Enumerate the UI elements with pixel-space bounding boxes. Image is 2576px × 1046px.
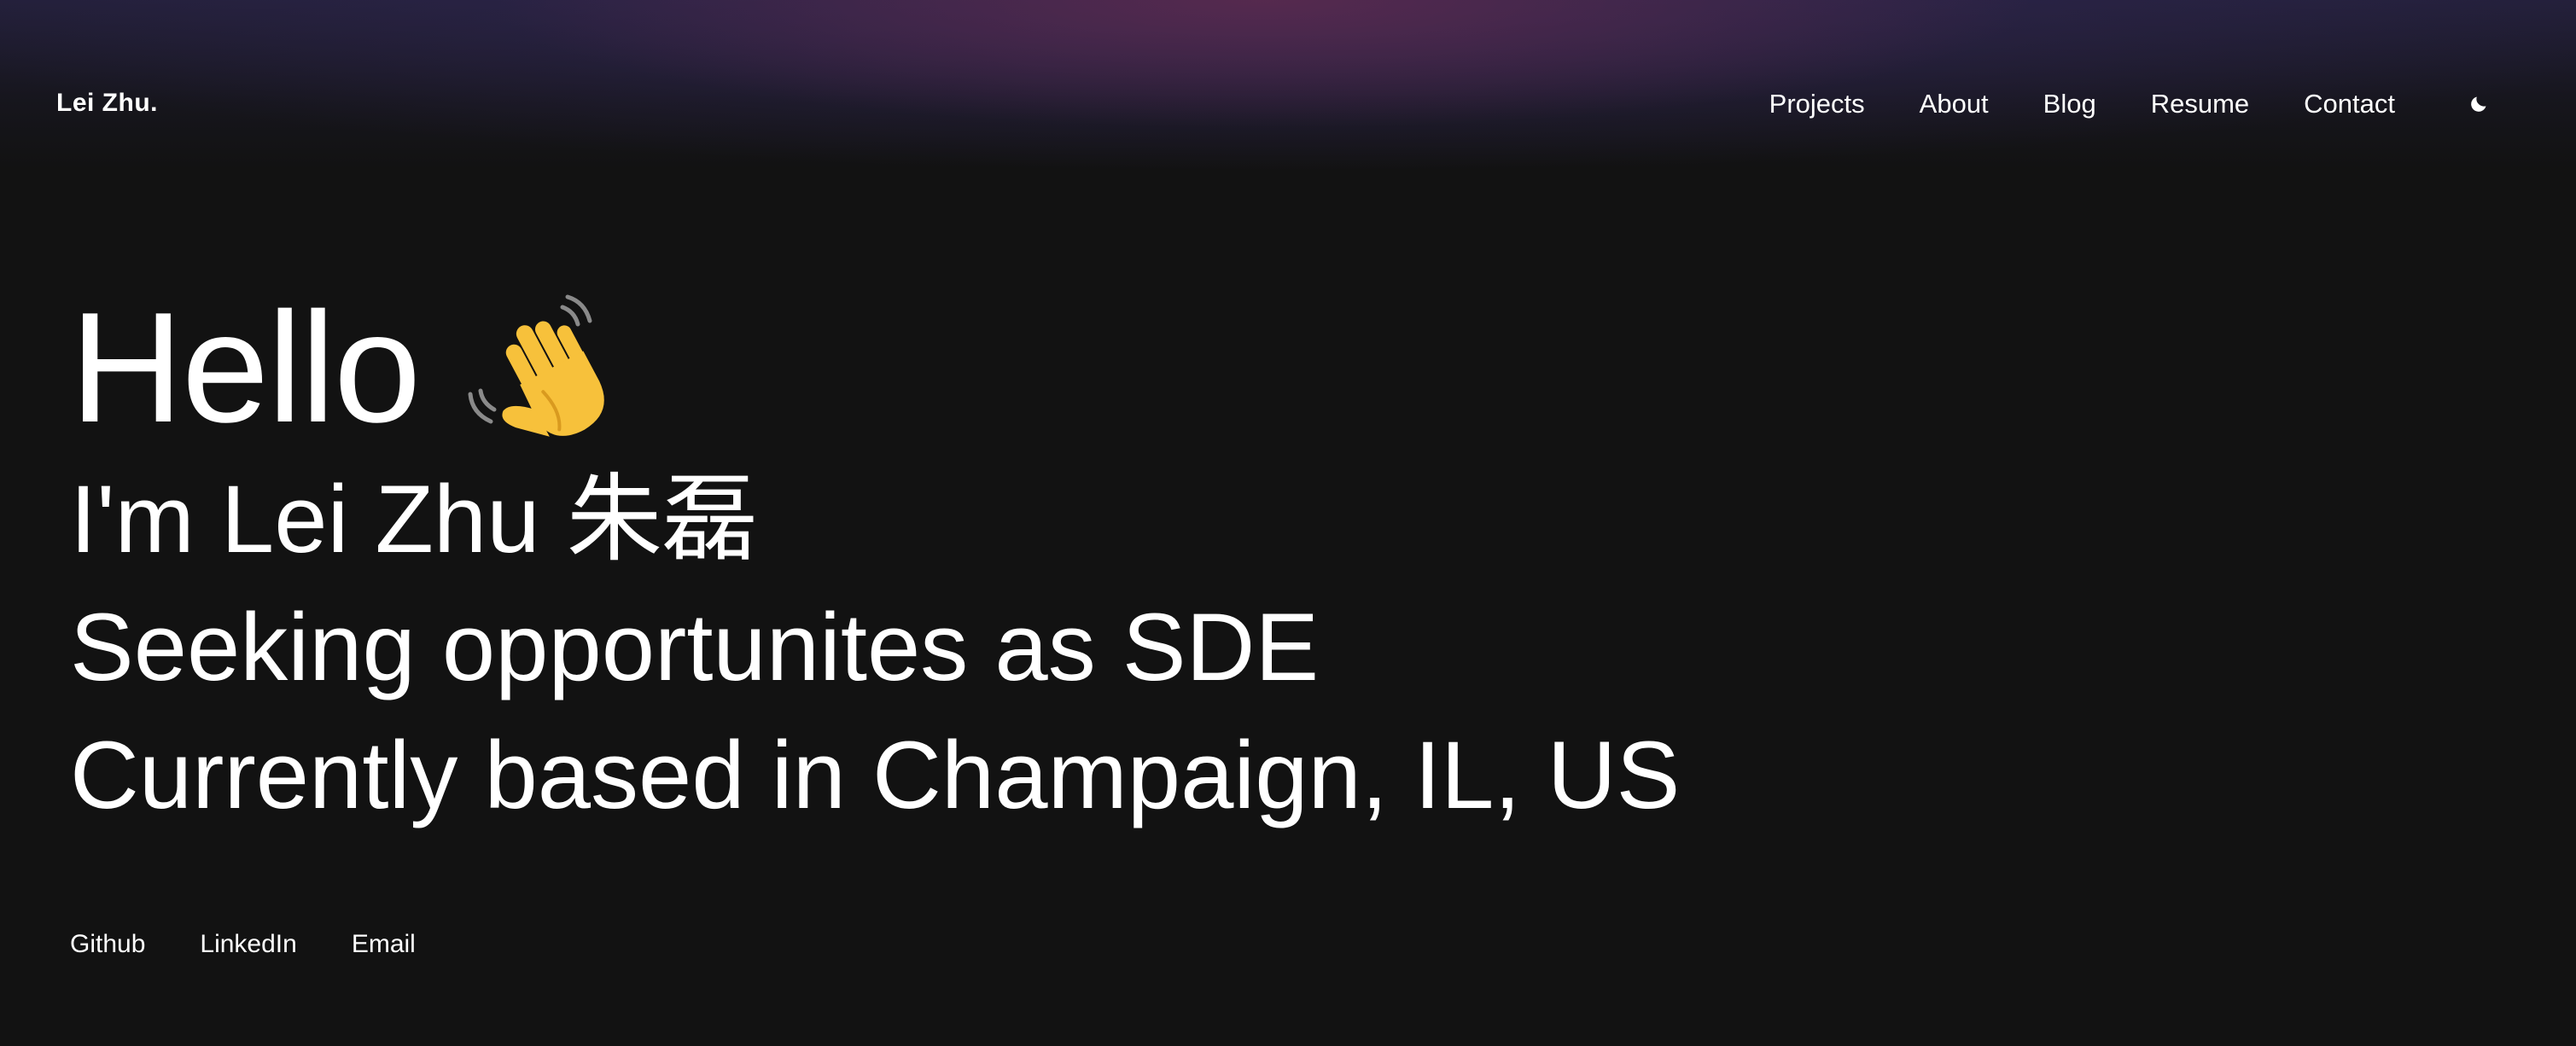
email-link[interactable]: Email	[352, 930, 416, 959]
site-header: Lei Zhu. Projects About Blog Resume Cont…	[0, 0, 2576, 210]
greeting-row: Hello	[70, 282, 1680, 452]
seeking-line: Seeking opportunites as SDE	[70, 594, 1320, 700]
nav-blog-link[interactable]: Blog	[2043, 89, 2096, 119]
main-nav: Projects About Blog Resume Contact	[1769, 85, 2576, 123]
waving-hand-icon	[468, 294, 605, 437]
hero-section: Hello I'm Lei Zhu 朱磊 Seeking opportunite…	[70, 282, 1680, 840]
theme-toggle-button[interactable]	[2460, 85, 2497, 123]
github-link[interactable]: Github	[70, 930, 145, 959]
nav-projects-link[interactable]: Projects	[1769, 89, 1865, 119]
moon-icon	[2471, 96, 2486, 112]
nav-about-link[interactable]: About	[1920, 89, 1989, 119]
name-line: I'm Lei Zhu 朱磊	[70, 466, 758, 572]
site-logo[interactable]: Lei Zhu.	[56, 89, 158, 118]
nav-contact-link[interactable]: Contact	[2304, 89, 2395, 119]
linkedin-link[interactable]: LinkedIn	[200, 930, 296, 959]
page: Lei Zhu. Projects About Blog Resume Cont…	[0, 0, 2576, 1046]
location-line: Currently based in Champaign, IL, US	[70, 722, 1681, 828]
nav-resume-link[interactable]: Resume	[2151, 89, 2249, 119]
greeting-heading: Hello	[70, 279, 421, 455]
social-links: Github LinkedIn Email	[70, 930, 470, 959]
